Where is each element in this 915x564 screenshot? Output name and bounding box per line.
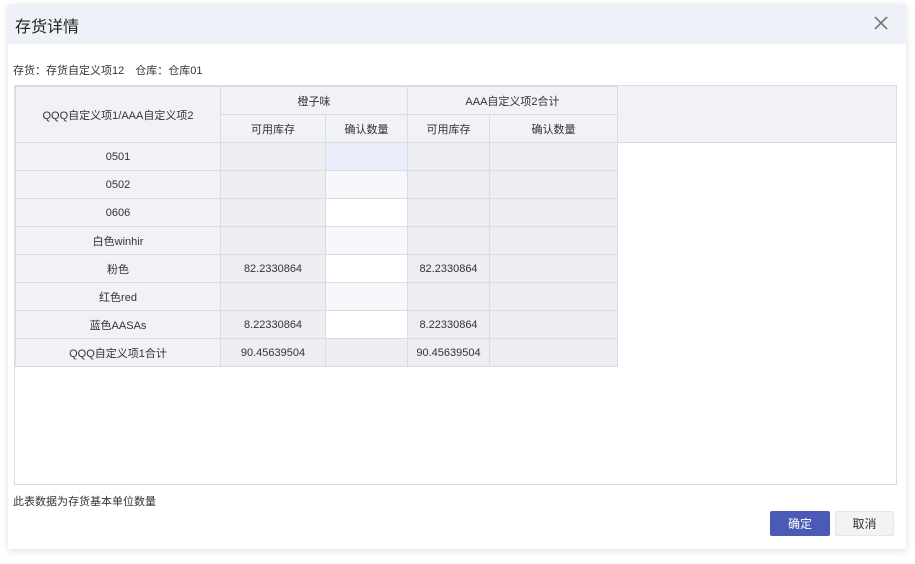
confirm-qty-total-cell bbox=[489, 282, 618, 311]
group-header-aaa-total: AAA自定义项2合计 bbox=[407, 86, 618, 115]
available-stock-cell bbox=[220, 142, 326, 171]
inventory-grid: QQQ自定义项1/AAA自定义项2 橙子味 AAA自定义项2合计 可用库存 确认… bbox=[14, 85, 897, 485]
confirm-button[interactable]: 确定 bbox=[770, 511, 830, 536]
available-stock-total-cell: 90.45639504 bbox=[220, 338, 326, 367]
available-stock-cell: 8.22330864 bbox=[407, 310, 490, 339]
table-row: 0606 bbox=[15, 198, 618, 227]
inventory-detail-dialog: 存货详情 存货：存货自定义项12 仓库：仓库01 QQQ自定义项1/AAA自定义… bbox=[8, 4, 906, 549]
row-label: 0502 bbox=[15, 170, 221, 199]
available-stock-cell bbox=[407, 198, 490, 227]
confirm-qty-total-cell bbox=[489, 198, 618, 227]
confirm-qty-cell[interactable] bbox=[325, 282, 408, 311]
available-stock-cell bbox=[220, 226, 326, 255]
available-stock-cell bbox=[220, 170, 326, 199]
table-row: 0502 bbox=[15, 170, 618, 199]
table-row: 粉色 82.2330864 82.2330864 bbox=[15, 254, 618, 283]
grid-header-filler bbox=[616, 86, 896, 143]
available-stock-cell bbox=[407, 226, 490, 255]
confirm-qty-total-cell bbox=[489, 142, 618, 171]
col-header-confirm: 确认数量 bbox=[489, 114, 618, 143]
confirm-qty-total-cell bbox=[489, 226, 618, 255]
table-row: 0501 bbox=[15, 142, 618, 171]
row-label: 红色red bbox=[15, 282, 221, 311]
row-label: 0501 bbox=[15, 142, 221, 171]
available-stock-cell: 82.2330864 bbox=[407, 254, 490, 283]
available-stock-cell bbox=[220, 282, 326, 311]
group-header-orange: 橙子味 bbox=[220, 86, 408, 115]
col-header-confirm: 确认数量 bbox=[325, 114, 408, 143]
available-stock-cell bbox=[220, 198, 326, 227]
table-row: 红色red bbox=[15, 282, 618, 311]
confirm-qty-total-cell bbox=[489, 254, 618, 283]
confirm-qty-total-cell bbox=[489, 338, 618, 367]
available-stock-cell bbox=[407, 282, 490, 311]
confirm-qty-total-cell bbox=[489, 170, 618, 199]
close-icon[interactable] bbox=[870, 12, 892, 34]
available-stock-cell: 82.2330864 bbox=[220, 254, 326, 283]
row-label: 蓝色AASAs bbox=[15, 310, 221, 339]
unit-footnote: 此表数据为存货基本单位数量 bbox=[13, 496, 156, 508]
confirm-qty-cell[interactable] bbox=[325, 142, 408, 171]
table-row-total: QQQ自定义项1合计 90.45639504 90.45639504 bbox=[15, 338, 618, 367]
confirm-qty-cell[interactable] bbox=[325, 226, 408, 255]
cancel-button[interactable]: 取消 bbox=[835, 511, 894, 536]
available-stock-cell bbox=[407, 170, 490, 199]
table-row: 蓝色AASAs 8.22330864 8.22330864 bbox=[15, 310, 618, 339]
dialog-titlebar: 存货详情 bbox=[8, 4, 906, 44]
confirm-qty-cell[interactable] bbox=[325, 254, 408, 283]
inventory-warehouse-info: 存货：存货自定义项12 仓库：仓库01 bbox=[13, 65, 203, 77]
available-stock-cell: 8.22330864 bbox=[220, 310, 326, 339]
row-label: 白色winhir bbox=[15, 226, 221, 255]
row-label: QQQ自定义项1合计 bbox=[15, 338, 221, 367]
inventory-table: QQQ自定义项1/AAA自定义项2 橙子味 AAA自定义项2合计 可用库存 确认… bbox=[15, 86, 618, 367]
confirm-qty-total-cell bbox=[325, 338, 408, 367]
row-label: 0606 bbox=[15, 198, 221, 227]
table-row: 白色winhir bbox=[15, 226, 618, 255]
available-stock-total-cell: 90.45639504 bbox=[407, 338, 490, 367]
confirm-qty-total-cell bbox=[489, 310, 618, 339]
available-stock-cell bbox=[407, 142, 490, 171]
dialog-title: 存货详情 bbox=[15, 19, 80, 36]
corner-header: QQQ自定义项1/AAA自定义项2 bbox=[15, 86, 221, 143]
confirm-qty-cell[interactable] bbox=[325, 310, 408, 339]
col-header-available: 可用库存 bbox=[220, 114, 326, 143]
row-label: 粉色 bbox=[15, 254, 221, 283]
confirm-qty-cell[interactable] bbox=[325, 170, 408, 199]
confirm-qty-cell[interactable] bbox=[325, 198, 408, 227]
col-header-available: 可用库存 bbox=[407, 114, 490, 143]
